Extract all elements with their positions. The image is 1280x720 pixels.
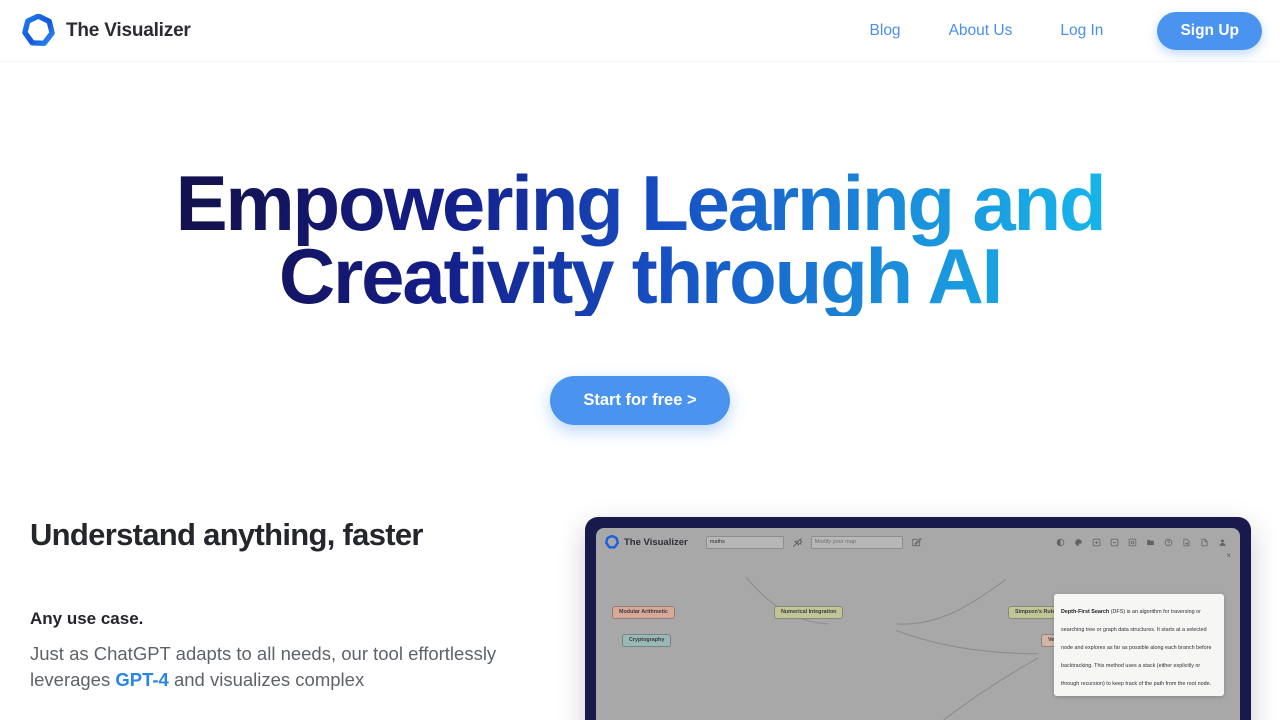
mindmap-info-card: Depth-First Search (DFS) is an algorithm… [1054,594,1224,697]
hero-cta-wrap: Start for free > [0,376,1280,426]
zoom-out-icon[interactable] [1110,538,1119,547]
mockup-modify-map-input[interactable]: Modify your map [810,535,903,549]
export-icon[interactable] [1182,538,1191,547]
nav-link-log-in[interactable]: Log In [1036,14,1127,48]
document-icon[interactable] [1200,538,1209,547]
feature-text-column: Any use case. Just as ChatGPT adapts to … [30,609,500,694]
pencil-edit-icon[interactable] [911,537,922,548]
hero-title-line-1: Empowering Learning and [175,159,1105,247]
contrast-icon[interactable] [1056,538,1065,547]
mindmap-node[interactable]: Numerical Integration [774,606,844,620]
mockup-search-input[interactable]: maths [705,535,784,549]
feature-paragraph: Just as ChatGPT adapts to all needs, our… [30,641,500,694]
main-nav: Blog About Us Log In Sign Up [846,11,1262,50]
info-card-title: Depth-First Search [1061,609,1110,616]
mindmap-node[interactable]: Modular Arithmetic [612,606,675,620]
site-header: The Visualizer Blog About Us Log In Sign… [0,0,1280,62]
app-mockup-screen: The Visualizer maths Modify your map × M… [596,528,1240,720]
hero-section: Empowering Learning and Creativity throu… [0,62,1280,426]
visualizer-hexagon-logo-icon [605,535,619,549]
mockup-icon-toolbar [1056,538,1231,547]
zoom-in-icon[interactable] [1092,538,1101,547]
brand[interactable]: The Visualizer [22,14,191,47]
folder-icon[interactable] [1146,538,1155,547]
app-mockup: The Visualizer maths Modify your map × M… [585,517,1251,720]
mindmap-node[interactable]: Cryptography [622,634,672,648]
magic-wand-icon[interactable] [792,537,803,548]
palette-icon[interactable] [1074,538,1083,547]
nav-link-blog[interactable]: Blog [846,14,925,48]
feature-paragraph-part-2: and visualizes complex [168,669,365,691]
hero-title: Empowering Learning and Creativity throu… [0,167,1280,316]
mockup-brand: The Visualizer [605,535,688,549]
app-mockup-frame: The Visualizer maths Modify your map × M… [585,517,1251,720]
brand-name: The Visualizer [66,19,191,41]
account-icon[interactable] [1218,538,1227,547]
screenshot-icon[interactable] [1128,538,1137,547]
mockup-toolbar: The Visualizer maths Modify your map [596,528,1240,556]
mockup-brand-name: The Visualizer [624,536,688,548]
info-card-text: (DFS) is an algorithm for traversing or … [1061,609,1212,688]
nav-link-about-us[interactable]: About Us [925,14,1037,48]
mockup-mindmap-canvas[interactable]: Modular Arithmetic Cryptography Numerica… [596,556,1240,720]
hero-title-line-2: Creativity through AI [278,231,1002,320]
feature-body: Any use case. Just as ChatGPT adapts to … [30,517,1251,720]
sign-up-button[interactable]: Sign Up [1157,11,1262,50]
feature-section: Understand anything, faster Any use case… [0,517,1280,720]
start-for-free-button[interactable]: Start for free > [550,376,730,426]
feature-subhead: Any use case. [30,609,144,629]
feature-paragraph-highlight: GPT-4 [115,669,169,691]
help-icon[interactable] [1164,538,1173,547]
visualizer-hexagon-logo-icon [22,14,55,46]
